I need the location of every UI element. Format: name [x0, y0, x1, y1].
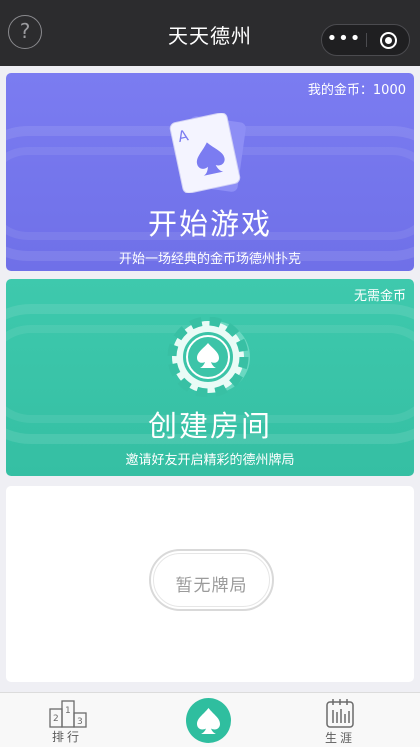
create-room-card[interactable]: 无需金币 创建房间 邀请好友开启精彩的德州牌局: [6, 279, 414, 476]
no-games-text: 暂无牌局: [175, 576, 248, 596]
tab-career-label: 生涯: [324, 731, 355, 745]
tab-rank-label: 排行: [51, 730, 82, 744]
no-coins-badge: 无需金币: [353, 289, 406, 304]
spade-icon: [197, 708, 220, 734]
title-bar: ? 天天德州 •••: [0, 0, 420, 66]
ace-of-spades-card-icon: A: [169, 113, 246, 193]
podium-icon: 2 1 3: [49, 700, 87, 728]
menu-capsule: •••: [321, 24, 410, 56]
game-list-panel: 暂无牌局: [6, 486, 414, 682]
podium-second: 2: [53, 714, 59, 724]
tab-rank[interactable]: 2 1 3 排行: [47, 697, 87, 745]
podium-third: 3: [77, 717, 83, 727]
more-dots-icon[interactable]: •••: [322, 25, 366, 55]
create-room-subtitle: 邀请好友开启精彩的德州牌局: [125, 453, 295, 468]
start-game-card[interactable]: 我的金币：1000 A 开始游戏 开始一场经典的金币场德州扑克: [6, 73, 414, 271]
start-game-subtitle: 开始一场经典的金币场德州扑克: [118, 252, 301, 267]
podium-first: 1: [65, 706, 71, 716]
create-room-title: 创建房间: [147, 409, 272, 443]
calendar-icon: [326, 699, 354, 728]
target-circle-icon[interactable]: [380, 32, 397, 49]
poker-chip-spade-icon: [167, 317, 250, 397]
start-game-title: 开始游戏: [147, 207, 272, 241]
tab-home[interactable]: [186, 698, 231, 743]
coin-balance: 我的金币：1000: [307, 83, 406, 98]
tab-career[interactable]: 生涯: [318, 696, 362, 746]
capsule-divider: [366, 33, 367, 47]
bottom-tab-bar: 2 1 3 排行 生涯: [0, 692, 420, 747]
